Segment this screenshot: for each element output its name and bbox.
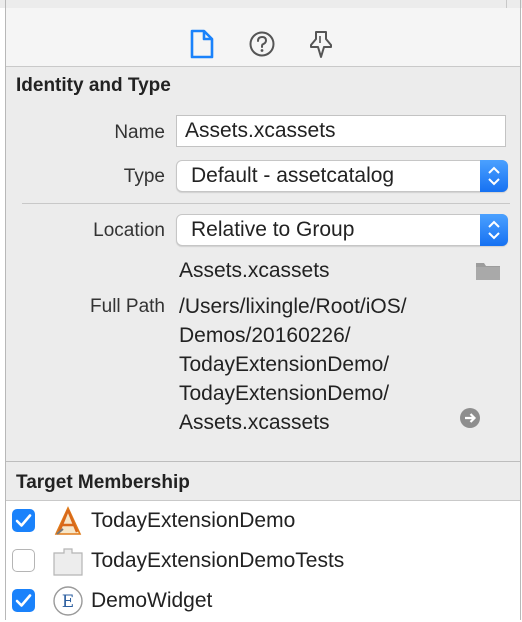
target-label-todayextensiondemotests: TodayExtensionDemoTests — [91, 549, 345, 572]
inspector-selector-bar — [6, 8, 520, 66]
full-path-line: TodayExtensionDemo/ — [179, 382, 390, 405]
target-membership-header: Target Membership — [6, 462, 520, 500]
target-checkbox-todayextensiondemotests[interactable] — [12, 549, 35, 572]
full-path-line: Demos/20160226/ — [179, 324, 351, 347]
strip-divider — [506, 0, 507, 8]
full-path-line: TodayExtensionDemo/ — [179, 353, 390, 376]
reveal-arrow-icon[interactable] — [460, 408, 480, 428]
full-path-line: Assets.xcassets — [179, 411, 330, 434]
extension-icon: E — [52, 585, 84, 617]
location-popup-value: Relative to Group — [191, 218, 355, 241]
identity-divider — [22, 203, 510, 204]
full-path-value: /Users/lixingle/Root/iOS/ Demos/20160226… — [179, 292, 407, 437]
target-label-todayextensiondemo: TodayExtensionDemo — [91, 509, 296, 532]
checkmark-icon — [15, 594, 32, 607]
window-top-strip — [0, 0, 522, 8]
type-popup[interactable]: Default - assetcatalog — [176, 160, 508, 192]
chevron-updown-icon — [480, 214, 508, 246]
full-path-line: /Users/lixingle/Root/iOS/ — [179, 295, 407, 318]
target-checkbox-demowidget[interactable] — [12, 589, 35, 612]
target-header-border — [6, 500, 520, 501]
app-target-icon — [52, 505, 84, 537]
location-label: Location — [93, 220, 165, 241]
svg-text:E: E — [62, 592, 74, 612]
test-bundle-icon — [52, 545, 84, 577]
pin-icon[interactable] — [306, 28, 336, 60]
name-label: Name — [114, 122, 165, 143]
target-label-demowidget: DemoWidget — [91, 589, 213, 612]
type-label: Type — [123, 166, 165, 187]
identity-section-title: Identity and Type — [16, 75, 171, 96]
name-field[interactable]: Assets.xcassets — [176, 115, 506, 147]
help-icon[interactable] — [247, 28, 277, 60]
chevron-updown-icon — [480, 160, 508, 192]
document-icon[interactable] — [187, 28, 217, 60]
location-popup[interactable]: Relative to Group — [176, 214, 508, 246]
full-path-label: Full Path — [90, 296, 165, 317]
target-checkbox-todayextensiondemo[interactable] — [12, 509, 35, 532]
panel-right-border — [520, 0, 521, 620]
location-filename: Assets.xcassets — [179, 259, 330, 282]
identity-section-header: Identity and Type — [6, 67, 520, 103]
type-popup-value: Default - assetcatalog — [191, 164, 395, 187]
folder-icon[interactable] — [475, 259, 501, 281]
checkmark-icon — [15, 514, 32, 527]
target-membership-title: Target Membership — [16, 472, 190, 493]
